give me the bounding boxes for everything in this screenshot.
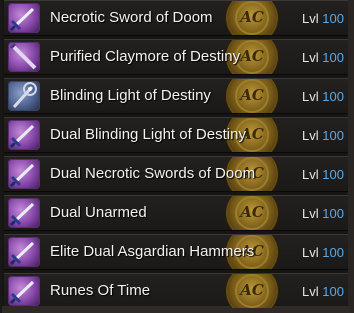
level-label: Lvl — [302, 206, 319, 221]
sword-icon — [8, 276, 40, 306]
level-label: Lvl — [302, 245, 319, 260]
item-name: Runes Of Time — [50, 282, 151, 299]
inventory-list: Necrotic Sword of Doom AC Lvl 100 Purifi… — [0, 0, 350, 313]
emblem-icon: AC — [228, 79, 276, 113]
emblem-text: AC — [240, 203, 264, 221]
item-level: Lvl 100 — [302, 284, 344, 299]
emblem-text: AC — [240, 281, 264, 299]
list-item[interactable]: Blinding Light of Destiny AC Lvl 100 — [4, 78, 348, 114]
sword-icon — [8, 3, 40, 33]
item-name: Purified Claymore of Destiny — [50, 48, 241, 65]
level-label: Lvl — [302, 50, 319, 65]
list-item[interactable]: Runes Of Time AC Lvl 100 — [4, 273, 348, 309]
sword-icon — [8, 42, 40, 72]
level-label: Lvl — [302, 284, 319, 299]
level-label: Lvl — [302, 128, 319, 143]
item-name: Dual Necrotic Swords of Doom — [50, 165, 256, 182]
level-number: 100 — [322, 167, 344, 182]
item-level: Lvl 100 — [302, 89, 344, 104]
item-name: Dual Blinding Light of Destiny — [50, 126, 246, 143]
item-name: Dual Unarmed — [50, 204, 147, 221]
sword-icon — [8, 159, 40, 189]
item-name: Blinding Light of Destiny — [50, 87, 211, 104]
level-number: 100 — [322, 11, 344, 26]
item-level: Lvl 100 — [302, 11, 344, 26]
sword-icon — [8, 120, 40, 150]
emblem-text: AC — [240, 86, 264, 104]
list-item[interactable]: Dual Necrotic Swords of Doom AC Lvl 100 — [4, 156, 348, 192]
item-level: Lvl 100 — [302, 167, 344, 182]
emblem-icon: AC — [228, 1, 276, 35]
list-item[interactable]: Dual Unarmed AC Lvl 100 — [4, 195, 348, 231]
level-number: 100 — [322, 284, 344, 299]
level-number: 100 — [322, 89, 344, 104]
item-name: Elite Dual Asgardian Hammers — [50, 243, 255, 260]
sword-icon — [8, 198, 40, 228]
item-name: Necrotic Sword of Doom — [50, 9, 213, 26]
level-number: 100 — [322, 206, 344, 221]
emblem-text: AC — [240, 8, 264, 26]
sword-icon — [8, 237, 40, 267]
list-item[interactable]: Purified Claymore of Destiny AC Lvl 100 — [4, 39, 348, 75]
staff-icon — [8, 81, 40, 111]
level-label: Lvl — [302, 11, 319, 26]
list-item[interactable]: Necrotic Sword of Doom AC Lvl 100 — [4, 0, 348, 36]
item-level: Lvl 100 — [302, 245, 344, 260]
level-label: Lvl — [302, 89, 319, 104]
item-level: Lvl 100 — [302, 50, 344, 65]
level-number: 100 — [322, 128, 344, 143]
list-item[interactable]: Dual Blinding Light of Destiny AC Lvl 10… — [4, 117, 348, 153]
list-item[interactable]: Elite Dual Asgardian Hammers AC Lvl 100 — [4, 234, 348, 270]
list-bottom-edge — [2, 306, 350, 313]
emblem-icon: AC — [228, 274, 276, 308]
emblem-icon: AC — [228, 196, 276, 230]
level-number: 100 — [322, 50, 344, 65]
item-level: Lvl 100 — [302, 206, 344, 221]
level-label: Lvl — [302, 167, 319, 182]
item-level: Lvl 100 — [302, 128, 344, 143]
level-number: 100 — [322, 245, 344, 260]
